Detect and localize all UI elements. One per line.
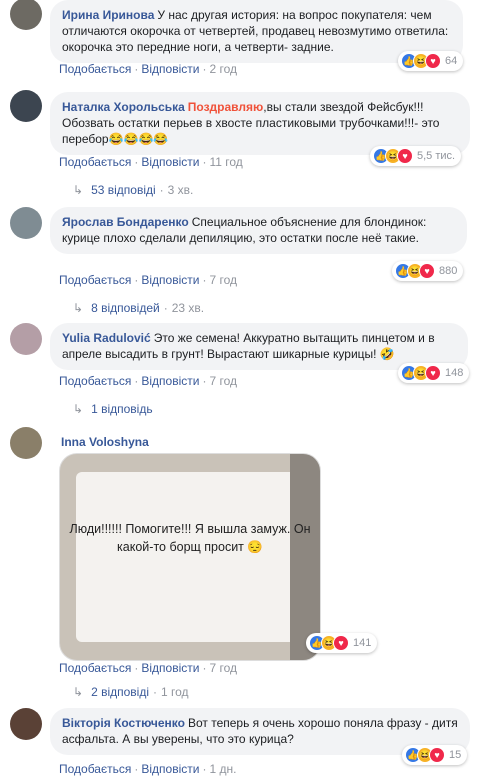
avatar[interactable]: [10, 207, 42, 239]
comment-actions: Подобається · Відповісти · 7 год: [59, 273, 237, 287]
avatar[interactable]: [10, 427, 42, 459]
like-link[interactable]: Подобається: [59, 155, 131, 169]
reactions-summary[interactable]: 👍 😆 ♥ 141: [306, 633, 378, 653]
comment-author[interactable]: Yulia Radulović: [62, 331, 151, 345]
comment-photo[interactable]: Люди!!!!!! Помогите!!! Я вышла замуж. Он…: [59, 453, 321, 661]
comment-time[interactable]: 2 год: [209, 62, 237, 76]
view-replies-link[interactable]: ↳ 2 відповіді · 1 год: [73, 685, 189, 699]
mention-link[interactable]: Поздравляю: [188, 100, 263, 114]
comment-time[interactable]: 11 год: [209, 155, 242, 169]
reactions-summary[interactable]: 👍 😆 ♥ 148: [398, 363, 470, 383]
like-link[interactable]: Подобається: [59, 273, 131, 287]
comment-actions: Подобається · Відповісти · 7 год: [59, 374, 237, 388]
like-link[interactable]: Подобається: [59, 661, 131, 675]
avatar[interactable]: [10, 0, 42, 30]
separator: ·: [134, 661, 139, 675]
reaction-count: 64: [445, 55, 458, 67]
reaction-count: 141: [353, 637, 372, 649]
separator: ·: [202, 661, 207, 675]
reactions-summary[interactable]: 👍 😆 ♥ 15: [402, 745, 468, 765]
reply-arrow-icon: ↳: [73, 685, 84, 699]
love-reaction-icon: ♥: [397, 148, 413, 164]
photo-text: Люди!!!!!! Помогите!!! Я вышла замуж. Он…: [69, 522, 311, 554]
reactions-summary[interactable]: 👍 😆 ♥ 64: [398, 51, 464, 71]
like-link[interactable]: Подобається: [59, 762, 131, 776]
comment-bubble: Ярослав Бондаренко Специальное объяснение…: [50, 207, 467, 254]
love-reaction-icon: ♥: [429, 747, 445, 763]
reaction-count: 880: [439, 265, 458, 277]
comment-actions: Подобається · Відповісти · 11 год: [59, 155, 243, 169]
comment-author[interactable]: Наталка Хорольська: [62, 100, 185, 114]
like-link[interactable]: Подобається: [59, 62, 131, 76]
replies-time: 3 хв.: [167, 183, 194, 197]
like-link[interactable]: Подобається: [59, 374, 131, 388]
view-replies-link[interactable]: ↳ 1 відповідь: [73, 402, 153, 416]
separator: ·: [202, 374, 207, 388]
view-replies-link[interactable]: ↳ 53 відповіді · 3 хв.: [73, 183, 193, 197]
love-reaction-icon: ♥: [419, 263, 435, 279]
separator: ·: [202, 762, 207, 776]
reaction-count: 5,5 тис.: [417, 150, 456, 162]
separator: ·: [134, 374, 139, 388]
reply-arrow-icon: ↳: [73, 402, 84, 416]
reactions-summary[interactable]: 👍 😆 ♥ 5,5 тис.: [370, 146, 462, 166]
comment-actions: Подобається · Відповісти · 7 год: [59, 661, 237, 675]
separator: ·: [159, 183, 164, 197]
replies-time: 1 год: [161, 685, 189, 699]
replies-count[interactable]: 8 відповідей: [91, 301, 160, 315]
comment-emoji: 🤣: [379, 347, 395, 361]
replies-count[interactable]: 2 відповіді: [91, 685, 149, 699]
reply-link[interactable]: Відповісти: [141, 273, 199, 287]
separator: ·: [202, 62, 207, 76]
reply-arrow-icon: ↳: [73, 301, 84, 315]
reply-link[interactable]: Відповісти: [141, 374, 199, 388]
view-replies-link[interactable]: ↳ 8 відповідей · 23 хв.: [73, 301, 204, 315]
separator: ·: [202, 273, 207, 287]
comment-time[interactable]: 7 год: [209, 661, 237, 675]
photo-screen: [76, 472, 312, 642]
comment-time[interactable]: 1 дн.: [209, 762, 236, 776]
avatar[interactable]: [10, 90, 42, 122]
reply-link[interactable]: Відповісти: [141, 155, 199, 169]
comment-actions: Подобається · Відповісти · 1 дн.: [59, 762, 236, 776]
separator: ·: [134, 62, 139, 76]
avatar[interactable]: [10, 323, 42, 355]
love-reaction-icon: ♥: [425, 53, 441, 69]
separator: ·: [134, 155, 139, 169]
replies-time: 23 хв.: [171, 301, 205, 315]
replies-count[interactable]: 53 відповіді: [91, 183, 156, 197]
comment-author[interactable]: Ирина Иринова: [62, 8, 154, 22]
comment-emoji: 😂😂😂😂: [108, 132, 169, 146]
comment-time[interactable]: 7 год: [209, 273, 237, 287]
separator: ·: [134, 273, 139, 287]
reaction-count: 148: [445, 367, 464, 379]
comment-author[interactable]: Inna Voloshyna: [61, 435, 149, 449]
avatar[interactable]: [10, 708, 42, 740]
reaction-count: 15: [449, 749, 462, 761]
reactions-summary[interactable]: 👍 😆 ♥ 880: [392, 261, 464, 281]
love-reaction-icon: ♥: [425, 365, 441, 381]
love-reaction-icon: ♥: [333, 635, 349, 651]
reply-arrow-icon: ↳: [73, 183, 84, 197]
photo-edge: [290, 454, 320, 660]
separator: ·: [134, 762, 139, 776]
reply-link[interactable]: Відповісти: [141, 762, 199, 776]
reply-link[interactable]: Відповісти: [141, 62, 199, 76]
comment-time[interactable]: 7 год: [209, 374, 237, 388]
separator: ·: [153, 685, 157, 699]
reply-link[interactable]: Відповісти: [141, 661, 199, 675]
separator: ·: [163, 301, 168, 315]
comment-author[interactable]: Вікторія Костюченко: [62, 716, 185, 730]
separator: ·: [202, 155, 207, 169]
comment-actions: Подобається · Відповісти · 2 год: [59, 62, 237, 76]
replies-count[interactable]: 1 відповідь: [91, 402, 153, 416]
comment-author[interactable]: Ярослав Бондаренко: [62, 215, 189, 229]
